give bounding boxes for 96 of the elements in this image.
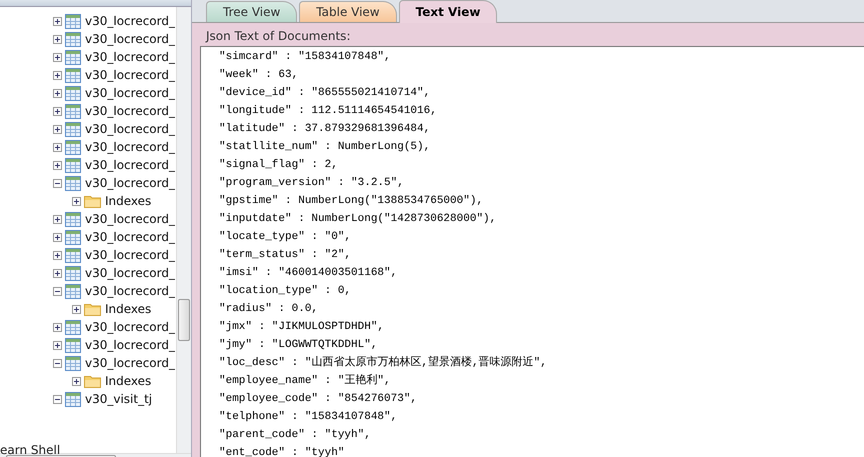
code-line: "inputdate" : NumberLong("1428730628000"), (219, 212, 498, 227)
collapse-icon[interactable] (53, 178, 62, 188)
table-icon (65, 86, 81, 100)
collapse-icon[interactable] (53, 286, 62, 296)
expand-icon[interactable] (72, 304, 81, 314)
expand-icon[interactable] (53, 52, 62, 62)
tree-item[interactable]: v30_locrecord_ (85, 122, 175, 136)
tree-item[interactable]: v30_locrecord_ (85, 140, 175, 154)
table-icon (65, 14, 81, 28)
code-line: "parent_code" : "tyyh", (219, 428, 372, 443)
tree-item[interactable]: v30_locrecord_ (85, 338, 175, 352)
code-line: "week" : 63, (219, 68, 300, 83)
table-icon (65, 32, 81, 46)
table-icon (65, 230, 81, 244)
tree-item[interactable]: v30_locrecord_ (85, 212, 175, 226)
expand-icon[interactable] (53, 322, 62, 332)
expand-icon[interactable] (53, 232, 62, 242)
code-line: "telphone" : "15834107848", (219, 410, 398, 425)
code-line: "term_status" : "2", (219, 248, 352, 263)
code-line: "latitude" : 37.879329681396484, (219, 122, 432, 137)
tree-item[interactable]: v30_locrecord_ (85, 284, 175, 298)
folder-icon (84, 194, 101, 208)
code-line: "signal_flag" : 2, (219, 158, 339, 173)
tree-item[interactable]: v30_locrecord_ (85, 266, 175, 280)
code-line: "loc_desc" : "山西省太原市万柏林区,望景酒楼,晋味源附近", (219, 354, 548, 371)
code-line: "employee_name" : "王艳利", (219, 373, 392, 389)
tree-item[interactable]: Indexes (105, 302, 152, 316)
code-line: "program_version" : "3.2.5", (219, 176, 405, 191)
table-icon (65, 392, 81, 406)
tree-item[interactable]: v30_locrecord_ (85, 158, 175, 172)
code-line: "locate_type" : "0", (219, 230, 352, 245)
table-icon (65, 338, 81, 352)
table-icon (65, 320, 81, 334)
expand-icon[interactable] (53, 160, 62, 170)
tree-item[interactable]: Indexes (105, 374, 152, 388)
expand-icon[interactable] (72, 376, 81, 386)
expand-icon[interactable] (53, 124, 62, 134)
tree-item[interactable]: v30_locrecord_ (85, 14, 175, 28)
tree-item[interactable]: v30_locrecord_ (85, 32, 175, 46)
code-line: "device_id" : "865555021410714", (219, 86, 432, 101)
tree-item[interactable]: v30_locrecord_ (85, 230, 175, 244)
code-line: "radius" : 0.0, (219, 302, 320, 317)
collapse-icon[interactable] (53, 394, 62, 404)
tab[interactable]: Tree View (206, 1, 298, 22)
table-icon (65, 68, 81, 82)
tree-item[interactable]: v30_locrecord_ (85, 320, 175, 334)
expand-icon[interactable] (53, 214, 62, 224)
tree-item[interactable]: Indexes (105, 194, 152, 208)
vertical-scrollbar[interactable] (176, 7, 191, 453)
expand-icon[interactable] (72, 196, 81, 206)
tree-item[interactable]: v30_locrecord_ (85, 68, 175, 82)
tab[interactable]: Table View (299, 1, 397, 22)
code-line: "location_type" : 0, (219, 284, 352, 299)
table-icon (65, 266, 81, 280)
tree-item[interactable]: v30_locrecord_ (85, 176, 175, 190)
tree-item[interactable]: v30_locrecord_ (85, 356, 175, 370)
code-line: "jmy" : "LOGWWTQTKDDHL", (219, 338, 378, 353)
code-line: "simcard" : "15834107848", (219, 50, 392, 65)
expand-icon[interactable] (53, 250, 62, 260)
folder-icon (84, 374, 101, 388)
code-line: "imsi" : "460014003501168", (219, 266, 398, 281)
table-icon (65, 176, 81, 190)
table-icon (65, 104, 81, 118)
expand-icon[interactable] (53, 16, 62, 26)
tree-item[interactable]: v30_locrecord_ (85, 86, 175, 100)
table-icon (65, 356, 81, 370)
table-icon (65, 50, 81, 64)
json-text-area[interactable] (200, 46, 864, 457)
tree-item[interactable]: v30_locrecord_ (85, 50, 175, 64)
code-line: "ent_code" : "tyyh" (219, 446, 346, 457)
table-icon (65, 158, 81, 172)
code-line: "employee_code" : "854276073", (219, 392, 418, 407)
table-icon (65, 212, 81, 226)
table-icon (65, 284, 81, 298)
expand-icon[interactable] (53, 142, 62, 152)
code-line: "jmx" : "JIKMULOSPTDHDH", (219, 320, 386, 335)
code-line: "statllite_num" : NumberLong(5), (219, 140, 432, 155)
expand-icon[interactable] (53, 340, 62, 350)
collapse-icon[interactable] (53, 358, 62, 368)
folder-icon (84, 302, 101, 316)
code-line: "gpstime" : NumberLong("1388534765000"), (219, 194, 484, 209)
expand-icon[interactable] (53, 88, 62, 98)
expand-icon[interactable] (53, 70, 62, 80)
panel-label: Json Text of Documents: (206, 29, 352, 45)
tree-item[interactable]: v30_locrecord_ (85, 248, 175, 262)
tree-item[interactable]: v30_locrecord_ (85, 104, 175, 118)
expand-icon[interactable] (53, 268, 62, 278)
tab[interactable]: Text View (398, 0, 498, 23)
expand-icon[interactable] (53, 106, 62, 116)
table-icon (65, 122, 81, 136)
code-line: "longitude" : 112.51114654541016, (219, 104, 438, 119)
tree-item[interactable]: v30_visit_tj (85, 392, 152, 406)
table-icon (65, 248, 81, 262)
status-text: earn Shell (0, 442, 60, 456)
table-icon (65, 140, 81, 154)
expand-icon[interactable] (53, 34, 62, 44)
